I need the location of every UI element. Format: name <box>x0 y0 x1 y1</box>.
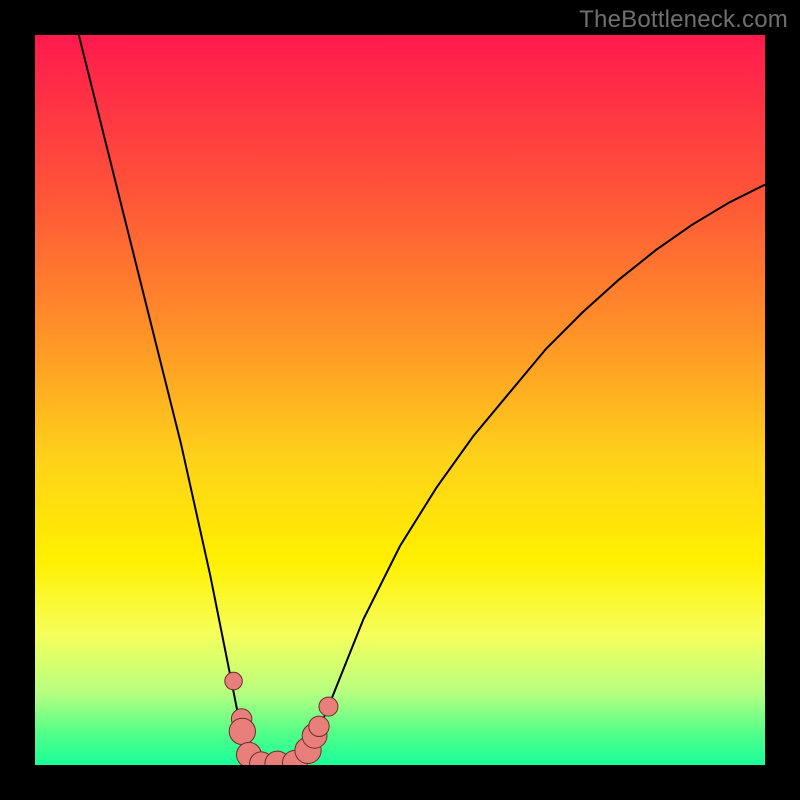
data-marker <box>309 716 329 736</box>
gradient-background <box>35 35 765 765</box>
watermark-text: TheBottleneck.com <box>579 6 788 34</box>
data-marker <box>225 672 243 690</box>
plot-area <box>35 35 765 765</box>
outer-frame: TheBottleneck.com <box>0 0 800 800</box>
data-marker <box>229 718 255 744</box>
data-marker <box>319 697 338 716</box>
chart-svg <box>35 35 765 765</box>
